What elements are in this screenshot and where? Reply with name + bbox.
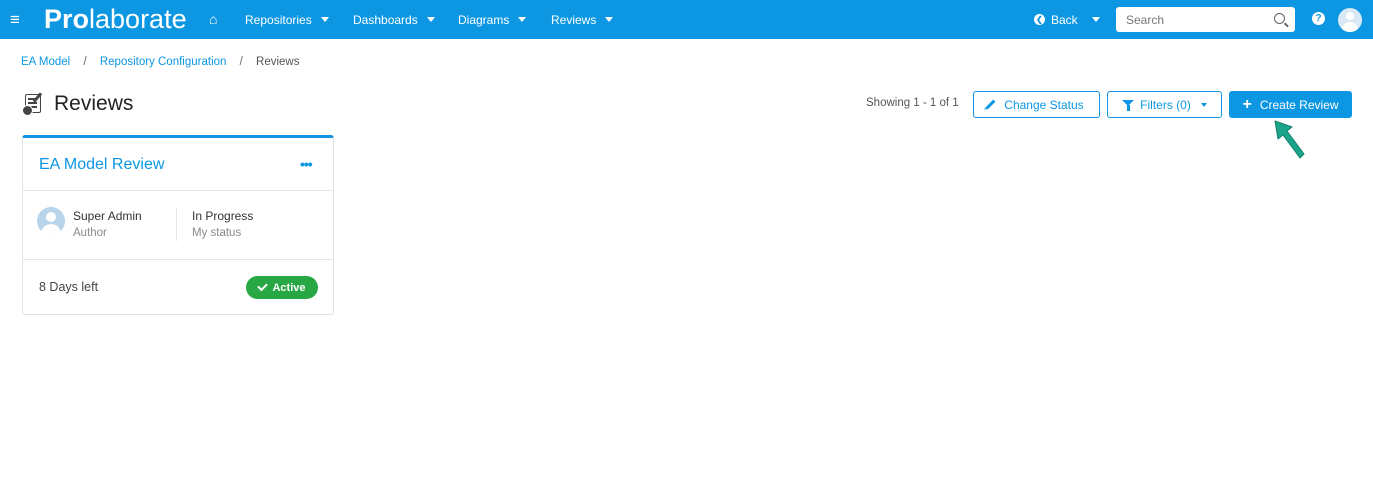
showing-count: Showing 1 - 1 of 1 [866,97,959,109]
caret-down-icon [605,17,614,22]
change-status-label: Change Status [1004,97,1084,112]
card-vertical-divider [176,208,177,241]
nav-menu-diagrams[interactable]: Diagrams [458,0,527,39]
nav-menu-label: Dashboards [353,12,418,27]
status-badge: Active [246,276,318,299]
review-card[interactable]: EA Model Review ••• Super Admin Author I… [22,135,334,315]
review-document-icon [22,92,44,116]
back-button[interactable]: ❮ Back [1034,0,1100,39]
filter-icon [1122,99,1135,111]
caret-down-icon [426,17,435,22]
top-navbar: ≡ Prolaborate ⌂ Repositories Dashboards … [0,0,1373,39]
card-divider [23,190,333,191]
author-role: Author [73,227,107,239]
search-icon[interactable] [1274,13,1285,24]
annotation-arrow-icon [1274,120,1305,159]
breadcrumb-current: Reviews [256,56,300,68]
nav-menu-label: Repositories [245,12,312,27]
caret-down-icon [320,17,329,22]
check-icon [257,280,269,291]
author-avatar-icon [37,207,65,235]
page-header: Reviews [22,91,133,117]
home-icon[interactable]: ⌂ [209,12,217,26]
caret-down-icon [1091,17,1100,22]
breadcrumb-separator: / [239,56,243,68]
days-left: 8 Days left [39,280,99,294]
create-review-button[interactable]: + Create Review [1229,91,1352,118]
hamburger-menu-icon[interactable]: ≡ [10,11,20,28]
caret-down-icon [1200,102,1207,107]
change-status-button[interactable]: Change Status [973,91,1100,118]
help-icon[interactable]: ? [1312,12,1325,25]
back-label: Back [1051,12,1078,27]
create-review-label: Create Review [1259,97,1339,112]
review-card-title[interactable]: EA Model Review [39,156,164,174]
caret-down-icon [518,17,527,22]
my-status-value: In Progress [192,209,254,223]
app-logo[interactable]: Prolaborate [44,4,187,34]
plus-icon: + [1242,95,1252,113]
page-title: Reviews [54,92,134,115]
more-options-icon[interactable]: ••• [300,156,313,172]
filters-label: Filters (0) [1140,97,1191,112]
filters-button[interactable]: Filters (0) [1107,91,1222,118]
author-name: Super Admin [73,209,142,223]
breadcrumb-link-repository-configuration[interactable]: Repository Configuration [100,56,227,68]
back-circle-icon: ❮ [1034,14,1045,25]
pencil-icon [985,99,996,110]
card-divider [23,259,333,260]
search-input[interactable] [1116,7,1266,32]
breadcrumb: EA Model / Repository Configuration / Re… [21,56,300,68]
nav-menu-repositories[interactable]: Repositories [245,0,329,39]
nav-menu-label: Reviews [551,12,597,27]
breadcrumb-link-ea-model[interactable]: EA Model [21,56,70,68]
nav-menu-label: Diagrams [458,12,510,27]
nav-menu-dashboards[interactable]: Dashboards [353,0,435,39]
my-status-label: My status [192,227,242,239]
status-badge-label: Active [272,281,306,294]
search-box [1116,7,1295,32]
nav-menu-reviews[interactable]: Reviews [551,0,614,39]
user-avatar-icon[interactable] [1338,8,1362,32]
breadcrumb-separator: / [83,56,87,68]
